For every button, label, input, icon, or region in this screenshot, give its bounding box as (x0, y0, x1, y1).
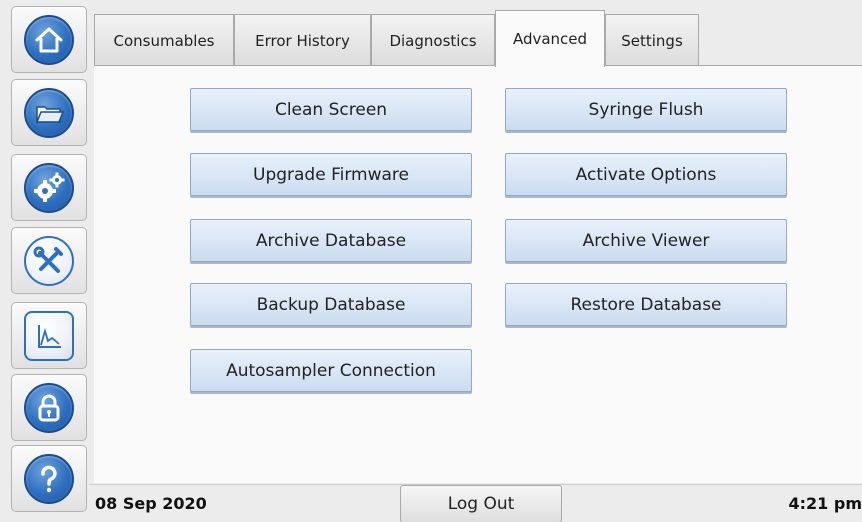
time-display: 4:21 pm (788, 494, 862, 513)
advanced-panel: Clean Screen Syringe Flush Upgrade Firmw… (94, 65, 862, 483)
button-label: Backup Database (256, 294, 406, 315)
home-icon (24, 14, 74, 65)
button-label: Upgrade Firmware (253, 164, 409, 185)
gears-icon (24, 162, 74, 213)
restore-database-button[interactable]: Restore Database (505, 283, 787, 326)
settings-button[interactable] (11, 154, 87, 221)
backup-database-button[interactable]: Backup Database (190, 283, 472, 326)
help-button[interactable] (11, 445, 87, 512)
button-label: Restore Database (570, 294, 722, 315)
tab-label: Diagnostics (389, 31, 477, 50)
lock-button[interactable] (11, 374, 87, 441)
lock-icon (24, 382, 74, 433)
files-button[interactable] (11, 79, 87, 146)
tab-label: Settings (621, 31, 683, 50)
tab-label: Error History (255, 31, 350, 50)
tab-label: Consumables (113, 31, 215, 50)
tab-diagnostics[interactable]: Diagnostics (371, 14, 495, 66)
date-display: 08 Sep 2020 (95, 494, 207, 513)
logout-label: Log Out (447, 494, 515, 514)
tab-bar: Consumables Error History Diagnostics Ad… (94, 10, 862, 67)
logout-button[interactable]: Log Out (400, 485, 562, 522)
tab-consumables[interactable]: Consumables (94, 14, 234, 66)
sidebar (11, 6, 87, 512)
autosampler-connection-button[interactable]: Autosampler Connection (190, 349, 472, 392)
status-bar: 08 Sep 2020 Log Out 4:21 pm (89, 484, 862, 522)
tab-settings[interactable]: Settings (605, 14, 699, 66)
archive-database-button[interactable]: Archive Database (190, 219, 472, 262)
syringe-flush-button[interactable]: Syringe Flush (505, 88, 787, 131)
graph-button[interactable] (11, 302, 87, 369)
button-label: Syringe Flush (588, 99, 704, 120)
tab-error-history[interactable]: Error History (234, 14, 371, 66)
graph-icon (24, 310, 74, 361)
home-button[interactable] (11, 6, 87, 73)
tab-label: Advanced (512, 30, 588, 48)
app-window: Consumables Error History Diagnostics Ad… (0, 0, 862, 522)
folder-icon (24, 87, 74, 138)
button-label: Archive Database (255, 230, 407, 251)
upgrade-firmware-button[interactable]: Upgrade Firmware (190, 153, 472, 196)
button-label: Activate Options (575, 164, 717, 185)
clean-screen-button[interactable]: Clean Screen (190, 88, 472, 131)
tools-icon (24, 235, 74, 286)
button-label: Autosampler Connection (226, 360, 436, 381)
archive-viewer-button[interactable]: Archive Viewer (505, 219, 787, 262)
button-label: Clean Screen (274, 99, 388, 120)
tools-button[interactable] (11, 227, 87, 294)
activate-options-button[interactable]: Activate Options (505, 153, 787, 196)
help-icon (24, 453, 74, 504)
button-label: Archive Viewer (582, 230, 710, 251)
tab-advanced[interactable]: Advanced (495, 10, 605, 67)
